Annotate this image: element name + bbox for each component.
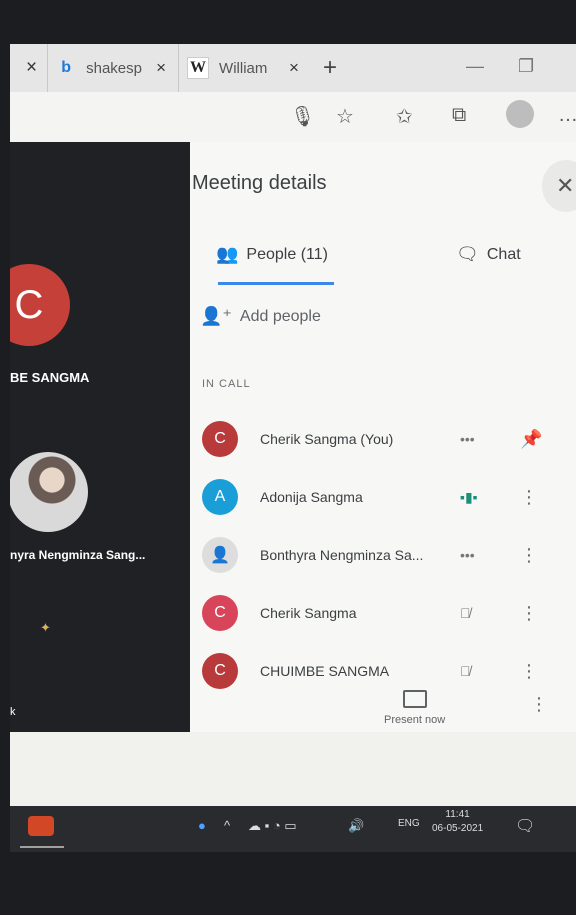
close-tab-icon[interactable]: × <box>289 58 299 78</box>
tab-title: William <box>219 59 268 77</box>
more-vert-icon[interactable]: ⋮ <box>520 603 538 624</box>
more-vert-icon[interactable]: ⋮ <box>520 487 538 508</box>
active-app-indicator <box>20 846 64 848</box>
clock-time: 11:41 <box>445 809 470 820</box>
microphone-icon[interactable]: 🎙 <box>290 104 315 129</box>
sparkle-icon: ✦ <box>40 620 51 635</box>
favorites-icon[interactable]: ✩ <box>396 104 413 129</box>
clock[interactable]: 11:41 06-05-2021 <box>432 808 483 836</box>
participant-name: Cherik Sangma (You) <box>260 431 394 447</box>
participant-row: C Cherik Sangma (You) ••• 📌 <box>202 414 562 464</box>
tray-icons[interactable]: ☁ ▪ ◔ ▭ <box>248 818 297 834</box>
more-vert-icon[interactable]: ⋮ <box>520 661 538 682</box>
more-icon[interactable]: … <box>558 104 576 127</box>
language-indicator[interactable]: ENG <box>398 818 420 829</box>
meeting-video-grid: C BE SANGMA nyra Nengminza Sang... ✦ k <box>10 142 190 732</box>
collections-icon[interactable]: ⧉ <box>452 104 466 127</box>
participant-avatar: A <box>202 479 238 515</box>
participant-name: Cherik Sangma <box>260 605 357 621</box>
meeting-details-panel: Meeting details ✕ 👥 People (11) 🗨 Chat 👤… <box>190 142 576 732</box>
participant-tile-name: BE SANGMA <box>10 370 90 385</box>
tab-chat[interactable]: 🗨 Chat <box>456 244 521 265</box>
close-panel-button[interactable]: ✕ <box>542 160 576 212</box>
powerpoint-icon[interactable] <box>28 816 54 836</box>
bing-b-icon: b <box>61 59 71 76</box>
windows-taskbar: ● ^ ☁ ▪ ◔ ▭ 🔊 ENG 11:41 06-05-2021 🗨 <box>10 806 576 852</box>
tab-title: shakesp <box>86 59 142 77</box>
add-people-button[interactable]: 👤⁺ Add people <box>200 306 321 327</box>
notification-icon[interactable]: 🗨 <box>515 816 535 836</box>
participant-name: Bonthyra Nengminza Sa... <box>260 547 424 563</box>
active-tab-indicator <box>218 282 334 285</box>
speaking-dots: ••• <box>460 431 475 447</box>
participant-avatar: C <box>202 595 238 631</box>
help-icon[interactable]: ● <box>198 818 206 833</box>
settings-star-icon[interactable]: ☆ <box>336 104 354 129</box>
people-icon: 👥 <box>216 244 239 264</box>
clock-date: 06-05-2021 <box>432 823 484 834</box>
participant-photo <box>10 452 88 532</box>
present-now-label: Present now <box>384 714 446 726</box>
participant-avatar: C <box>202 421 238 457</box>
panel-title: Meeting details <box>192 172 327 194</box>
chevron-up-icon[interactable]: ^ <box>224 818 230 833</box>
new-tab-button[interactable]: + <box>323 54 337 82</box>
volume-icon[interactable]: 🔊 <box>348 818 364 834</box>
section-in-call: IN CALL <box>202 378 251 390</box>
browser-toolbar: 🎙 ☆ ✩ ⧉ … <box>10 92 576 143</box>
minimize-icon[interactable]: — <box>466 56 484 77</box>
pin-icon[interactable]: 📌 <box>520 429 542 450</box>
tab-people-label: People (11) <box>246 245 328 263</box>
add-person-icon: 👤⁺ <box>200 306 232 326</box>
close-tab-icon[interactable]: × <box>26 57 37 79</box>
more-vert-icon[interactable]: ⋮ <box>530 694 548 715</box>
participant-name: CHUIMBE SANGMA <box>260 663 390 679</box>
tab-people[interactable]: 👥 People (11) <box>216 244 328 265</box>
maximize-icon[interactable]: ❐ <box>518 56 534 77</box>
speaking-dots: ••• <box>460 547 475 563</box>
close-tab-icon[interactable]: × <box>156 58 166 78</box>
participant-photo-avatar: 👤 <box>202 537 238 573</box>
add-people-label: Add people <box>239 307 321 325</box>
tab-bar: × b shakesp × W William × + — ❐ <box>10 44 576 92</box>
participant-row: C Cherik Sangma 🎙̸ ⋮ <box>202 588 562 638</box>
mic-off-icon: 🎙̸ <box>460 663 471 679</box>
participant-tile-name: nyra Nengminza Sang... <box>10 548 146 562</box>
chat-icon: 🗨 <box>456 244 479 264</box>
participant-avatar: C <box>10 264 70 346</box>
audio-level-icon: ▪▮▪ <box>460 488 478 505</box>
mic-off-icon: 🎙̸ <box>460 605 471 621</box>
present-screen-icon <box>402 690 427 708</box>
participant-row: C CHUIMBE SANGMA 🎙̸ ⋮ <box>202 646 562 696</box>
browser-window: × b shakesp × W William × + — ❐ 🎙 ☆ ✩ ⧉ … <box>10 44 576 806</box>
tab-wikipedia[interactable]: W William × <box>178 44 311 92</box>
participant-avatar: C <box>202 653 238 689</box>
close-icon: ✕ <box>556 173 575 198</box>
participant-row: A Adonija Sangma ▪▮▪ ⋮ <box>202 472 562 522</box>
participant-row: 👤 Bonthyra Nengminza Sa... ••• ⋮ <box>202 530 562 580</box>
tab-chat-label: Chat <box>486 245 521 263</box>
profile-avatar-icon[interactable] <box>506 100 534 128</box>
tab-bing[interactable]: b shakesp × <box>47 44 178 92</box>
participant-tile-name: k <box>10 706 16 718</box>
participant-name: Adonija Sangma <box>260 489 363 505</box>
wikipedia-w-icon: W <box>187 57 210 79</box>
more-vert-icon[interactable]: ⋮ <box>520 545 538 566</box>
present-now-button[interactable]: Present now <box>384 690 445 726</box>
